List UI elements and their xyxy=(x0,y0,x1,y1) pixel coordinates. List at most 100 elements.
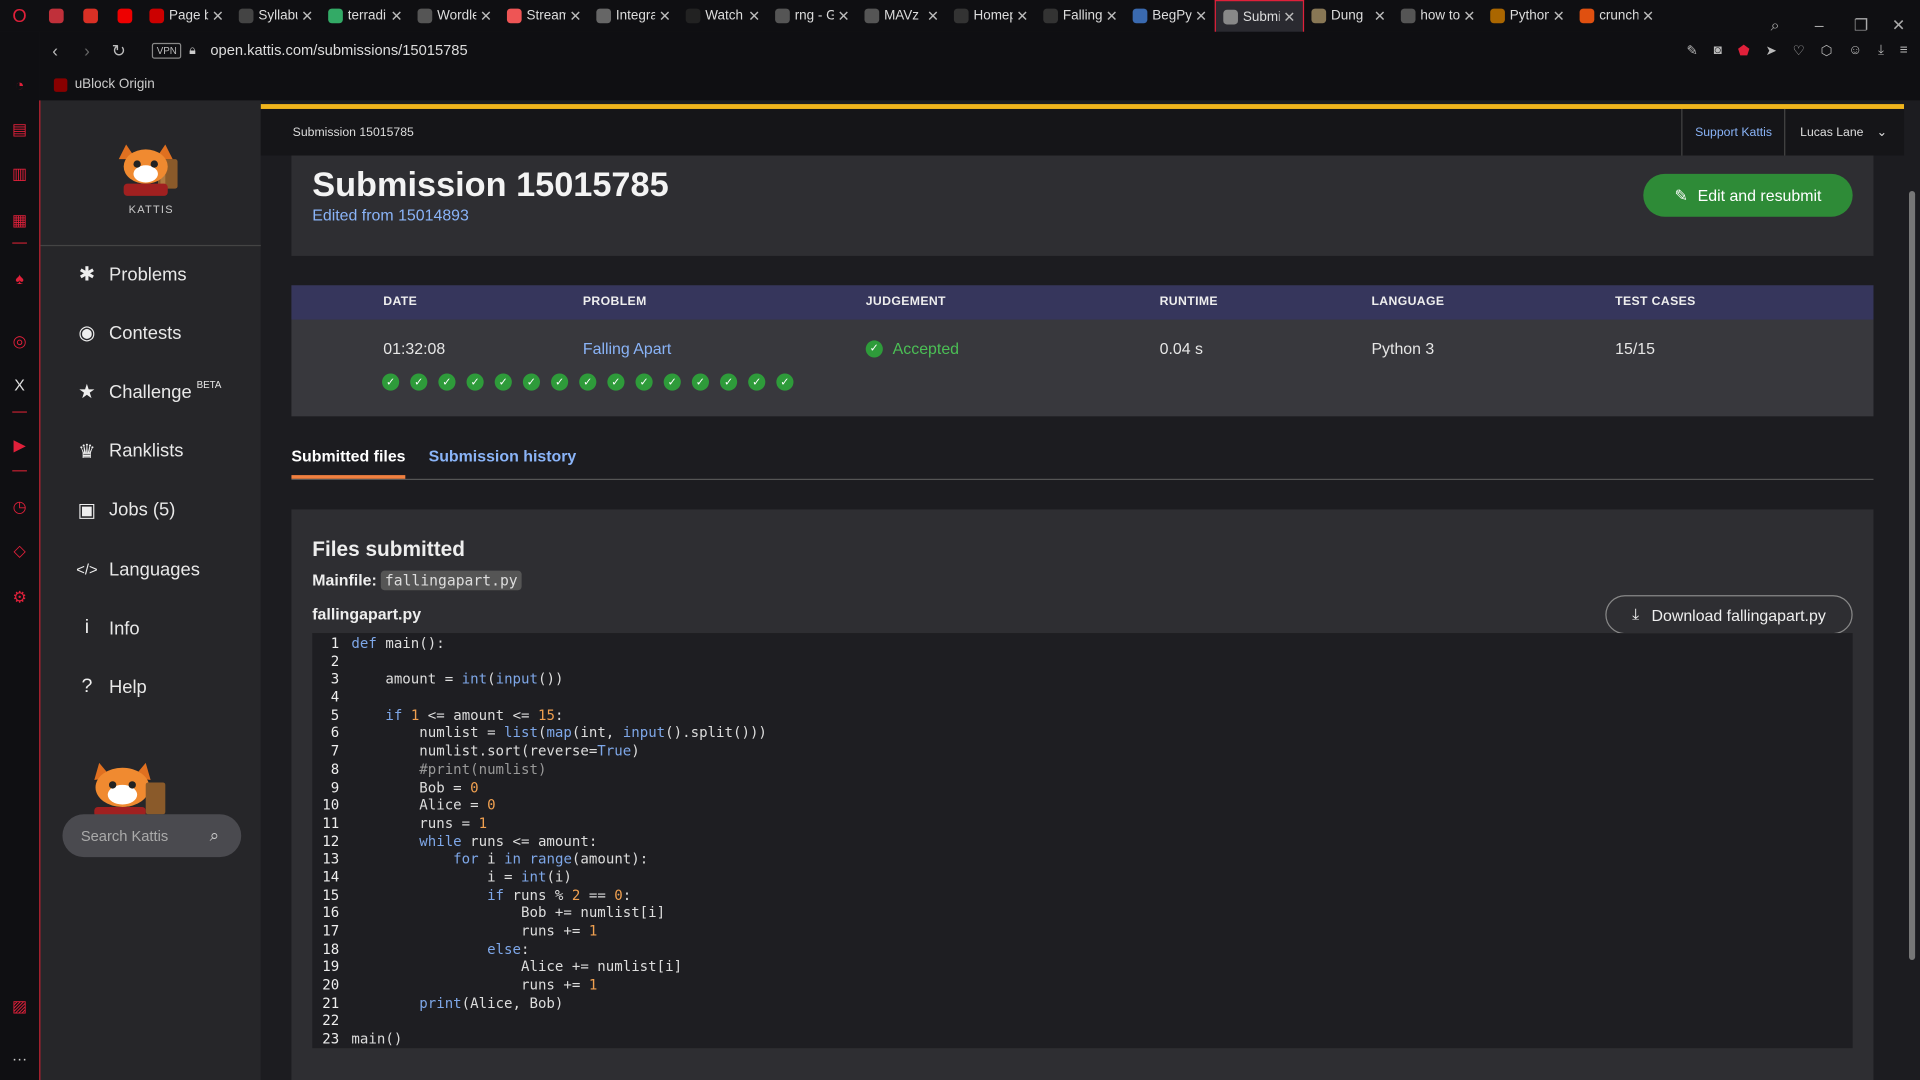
sidebar-item-ranklists[interactable]: ♛ Ranklists xyxy=(75,434,183,468)
browser-tab[interactable]: terradi ✕ xyxy=(321,0,410,32)
settings-icon[interactable]: ⚙ xyxy=(10,588,30,608)
test-case-pass-icon[interactable]: ✓ xyxy=(494,373,512,391)
user-menu[interactable]: Lucas Lane ⌄ xyxy=(1785,126,1887,139)
download-button[interactable]: ⤓ Download fallingapart.py xyxy=(1605,595,1853,635)
browser-tab[interactable]: Submi ✕ xyxy=(1214,0,1305,32)
tab-close-icon[interactable]: ✕ xyxy=(1463,7,1475,24)
tab-close-icon[interactable]: ✕ xyxy=(301,7,313,24)
test-case-pass-icon[interactable]: ✓ xyxy=(776,373,794,391)
support-kattis-link[interactable]: Support Kattis xyxy=(1681,108,1786,156)
test-case-pass-icon[interactable]: ✓ xyxy=(410,373,428,391)
browser-tab[interactable]: Dung ✕ xyxy=(1304,0,1393,32)
sidebar-item-contests[interactable]: ◉ Contests xyxy=(75,316,181,350)
sidebar-item-challenge[interactable]: ★ Challenge BETA xyxy=(75,375,221,409)
tab-close-icon[interactable]: ✕ xyxy=(837,7,849,24)
more-icon[interactable]: … xyxy=(10,1046,30,1066)
x-icon[interactable]: X xyxy=(10,376,30,396)
tab-close-icon[interactable]: ✕ xyxy=(480,7,492,24)
tab-close-icon[interactable]: ✕ xyxy=(391,7,403,24)
tab-close-icon[interactable]: ✕ xyxy=(1283,8,1295,25)
browser-tab[interactable] xyxy=(39,0,73,32)
shield-icon[interactable]: ⬟ xyxy=(1738,42,1750,58)
tab-close-icon[interactable]: ✕ xyxy=(748,7,760,24)
twitch-icon[interactable]: ▥ xyxy=(10,164,30,184)
test-case-pass-icon[interactable]: ✓ xyxy=(466,373,484,391)
heart-icon[interactable]: ♡ xyxy=(1793,42,1805,58)
browser-tab[interactable]: Homep ✕ xyxy=(947,0,1036,32)
test-case-pass-icon[interactable]: ✓ xyxy=(720,373,738,391)
search-icon[interactable]: ⌕ xyxy=(210,825,220,846)
tab-close-icon[interactable]: ✕ xyxy=(1642,7,1654,24)
url-field[interactable]: open.kattis.com/submissions/15015785 xyxy=(210,42,467,59)
browser-tab[interactable]: how to ✕ xyxy=(1393,0,1482,32)
edit-resubmit-button[interactable]: ✎ Edit and resubmit xyxy=(1643,173,1853,217)
tab-close-icon[interactable]: ✕ xyxy=(212,7,224,24)
sidebar-item-help[interactable]: ? Help xyxy=(75,670,146,704)
tab-close-icon[interactable]: ✕ xyxy=(1195,7,1207,24)
sidebar-item-jobs[interactable]: ▣ Jobs (5) xyxy=(75,493,176,527)
tab-close-icon[interactable]: ✕ xyxy=(927,7,939,24)
test-case-pass-icon[interactable]: ✓ xyxy=(438,373,456,391)
kattis-logo-icon[interactable] xyxy=(114,137,190,198)
tab-close-icon[interactable]: ✕ xyxy=(1553,7,1565,24)
test-case-pass-icon[interactable]: ✓ xyxy=(607,373,625,391)
tab-submitted-files[interactable]: Submitted files xyxy=(291,447,406,479)
test-case-pass-icon[interactable]: ✓ xyxy=(635,373,653,391)
page-scrollbar[interactable] xyxy=(1904,100,1920,1080)
player-icon[interactable]: ▶ xyxy=(10,436,30,456)
test-case-pass-icon[interactable]: ✓ xyxy=(551,373,569,391)
browser-tab[interactable] xyxy=(108,0,142,32)
calendar-icon[interactable]: ▦ xyxy=(10,211,30,231)
test-case-pass-icon[interactable]: ✓ xyxy=(382,373,400,391)
cell-problem-link[interactable]: Falling Apart xyxy=(583,339,671,357)
browser-tab[interactable]: Python ✕ xyxy=(1483,0,1572,32)
browser-tab[interactable]: Integra ✕ xyxy=(589,0,678,32)
download-icon[interactable]: ⤓ xyxy=(1878,42,1884,58)
bag-icon[interactable]: ▤ xyxy=(10,120,30,140)
browser-tab[interactable]: Falling ✕ xyxy=(1036,0,1125,32)
browser-tab[interactable]: rng - G ✕ xyxy=(768,0,857,32)
test-case-pass-icon[interactable]: ✓ xyxy=(748,373,766,391)
search-input[interactable]: Search Kattis ⌕ xyxy=(62,814,242,858)
tab-submission-history[interactable]: Submission history xyxy=(429,447,577,465)
box-icon[interactable]: ⬡ xyxy=(1821,42,1833,58)
gallery-icon[interactable]: ▨ xyxy=(10,997,30,1017)
sidebar-item-info[interactable]: i Info xyxy=(75,611,140,645)
speed-dial-icon[interactable]: ◔ xyxy=(10,76,30,96)
browser-tab[interactable]: Wordle ✕ xyxy=(410,0,499,32)
browser-tab[interactable]: crunch ✕ xyxy=(1572,0,1661,32)
arc-icon[interactable]: ♠ xyxy=(10,269,30,289)
instagram-icon[interactable]: ◎ xyxy=(10,332,30,352)
send-icon[interactable]: ➤ xyxy=(1765,42,1776,58)
tab-close-icon[interactable]: ✕ xyxy=(569,7,581,24)
tab-close-icon[interactable]: ✕ xyxy=(1106,7,1118,24)
browser-tab[interactable]: Stream ✕ xyxy=(500,0,589,32)
browser-tab[interactable]: BegPy ✕ xyxy=(1125,0,1214,32)
browser-tab[interactable]: MAVz ✕ xyxy=(857,0,946,32)
test-case-pass-icon[interactable]: ✓ xyxy=(691,373,709,391)
scrollbar-thumb[interactable] xyxy=(1908,191,1916,961)
sidebar-item-languages[interactable]: </> Languages xyxy=(75,552,200,586)
breadcrumb-text[interactable]: Submission 15015785 xyxy=(293,126,414,139)
tab-close-icon[interactable]: ✕ xyxy=(1374,7,1386,24)
code-viewer[interactable]: 1 def main(): 2 3 amount = int(input()) 4 5 i… xyxy=(312,633,1853,1049)
cube-icon[interactable]: ◇ xyxy=(10,541,30,561)
opera-logo-icon[interactable]: O xyxy=(0,0,39,32)
edit-icon[interactable]: ✎ xyxy=(1687,42,1698,58)
tab-close-icon[interactable]: ✕ xyxy=(1016,7,1028,24)
browser-tab[interactable] xyxy=(73,0,107,32)
reload-icon[interactable]: ↻ xyxy=(103,40,135,61)
back-icon[interactable]: ‹ xyxy=(39,40,71,60)
test-case-pass-icon[interactable]: ✓ xyxy=(522,373,541,391)
browser-tab[interactable]: Watch ✕ xyxy=(678,0,767,32)
test-case-pass-icon[interactable]: ✓ xyxy=(663,373,681,391)
sidebar-item-problems[interactable]: ✱ Problems xyxy=(75,257,187,291)
forward-icon[interactable]: › xyxy=(71,40,103,60)
vpn-badge[interactable]: VPN xyxy=(151,42,182,59)
edited-from-link[interactable]: Edited from 15014893 xyxy=(312,206,469,224)
bookmark-ublock[interactable]: uBlock Origin xyxy=(75,77,155,92)
browser-tab[interactable]: Syllabu✕ xyxy=(231,0,320,32)
account-icon[interactable]: ☺ xyxy=(1848,42,1862,58)
test-case-pass-icon[interactable]: ✓ xyxy=(579,373,597,391)
history-icon[interactable]: ◷ xyxy=(10,497,30,517)
